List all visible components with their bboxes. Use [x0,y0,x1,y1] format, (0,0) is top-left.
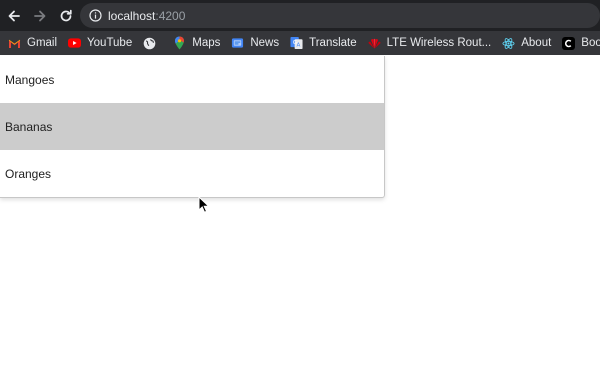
bookmark-lte-router[interactable]: LTE Wireless Rout... [368,31,492,55]
bookmark-translate[interactable]: G A Translate [290,31,357,55]
bookmarks-bar: Gmail YouTube Maps News G A Translate LT… [0,31,600,55]
bookmark-news[interactable]: News [231,31,279,55]
url-host: localhost [108,8,156,23]
bookmark-youtube[interactable]: YouTube [68,31,132,55]
url-text: localhost:4200 [108,9,185,23]
youtube-icon [68,37,82,50]
back-arrow-icon [8,10,20,21]
bookmark-label: About [521,37,552,49]
bookmark-label: News [250,37,280,49]
bookmark-bootstrap[interactable]: Bootstrap 4 e [562,31,600,55]
list-item-bananas[interactable]: Bananas [0,103,384,150]
svg-text:A: A [297,43,301,49]
reload-icon [60,9,72,21]
bookmark-label: YouTube [87,37,133,49]
reload-button[interactable] [54,4,78,28]
bookmark-maps[interactable]: Maps [173,31,220,55]
page-content: Mangoes Bananas Oranges [0,55,600,390]
forward-button[interactable] [28,4,52,28]
list-item-mangoes[interactable]: Mangoes [0,56,384,103]
gmail-icon [8,37,21,50]
bookmark-label: Maps [192,37,221,49]
bookmark-label: LTE Wireless Rout... [386,37,492,49]
bookmark-label: Translate [309,37,357,49]
browser-toolbar: localhost:4200 [0,0,600,31]
back-button[interactable] [2,4,26,28]
bookmark-gmail[interactable]: Gmail [8,31,57,55]
translate-icon: G A [290,36,303,50]
mouse-pointer-icon [198,196,210,213]
react-icon [502,37,515,50]
bookmark-label: Bootstrap 4 e [581,37,600,49]
bookmark-label: Gmail [27,37,58,49]
dropdown-list: Mangoes Bananas Oranges [0,56,385,198]
news-icon [231,37,244,50]
bookmark-about[interactable]: About [502,31,551,55]
option-label: Bananas [5,119,53,134]
option-label: Oranges [5,166,52,181]
maps-icon [173,36,186,50]
list-item-oranges[interactable]: Oranges [0,150,384,197]
globe-icon [143,37,156,50]
bootstrap-icon [562,36,576,50]
bookmark-globe[interactable] [143,31,162,55]
site-info-icon[interactable] [88,9,102,23]
option-label: Mangoes [5,72,55,87]
huawei-icon [368,37,381,50]
url-port: :4200 [155,8,186,23]
forward-arrow-icon [34,10,46,21]
address-bar[interactable]: localhost:4200 [80,3,600,28]
